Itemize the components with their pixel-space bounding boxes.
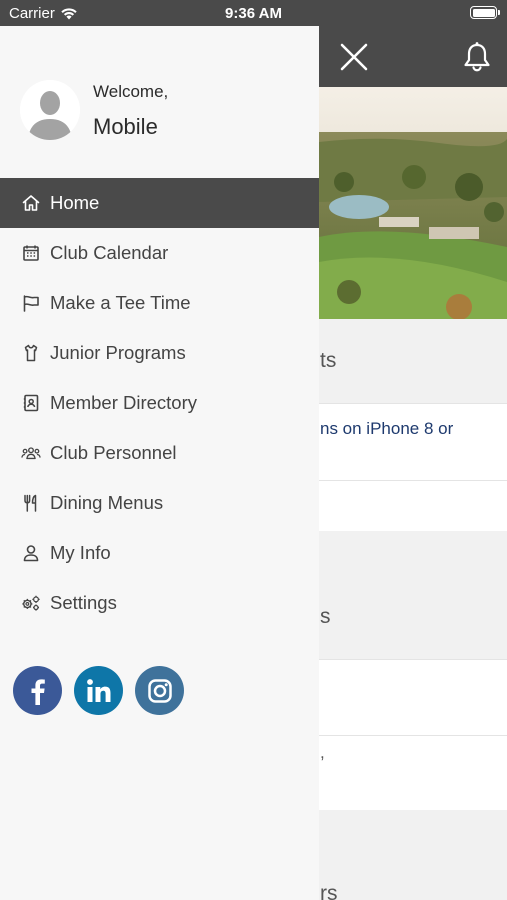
instagram-icon (147, 678, 172, 703)
section-title: s (320, 605, 331, 628)
menu-item-label: Make a Tee Time (50, 292, 191, 313)
status-bar: Carrier 9:36 AM (0, 0, 507, 26)
feed-link[interactable]: ns on iPhone 8 or (320, 419, 453, 439)
menu-item-tee-time[interactable]: Make a Tee Time (0, 278, 319, 328)
menu-item-club-personnel[interactable]: Club Personnel (0, 428, 319, 478)
feed-row[interactable] (319, 659, 507, 735)
close-button[interactable] (337, 40, 371, 74)
user-avatar-icon (20, 80, 80, 140)
section-title: rs (320, 882, 338, 900)
navigation-drawer: Welcome, Mobile Home Club Calendar Make … (0, 26, 319, 900)
hero-image (319, 87, 507, 319)
utensils-icon (21, 493, 41, 513)
menu-item-label: Home (50, 192, 100, 213)
menu-item-label: My Info (50, 542, 111, 563)
bell-icon (464, 42, 490, 72)
people-icon (21, 443, 41, 463)
feed-row[interactable] (319, 735, 507, 810)
feed-row[interactable] (319, 480, 507, 532)
calendar-icon (21, 243, 41, 263)
profile-header: Welcome, Mobile (0, 26, 319, 178)
menu-item-label: Dining Menus (50, 492, 164, 513)
menu-item-club-calendar[interactable]: Club Calendar (0, 228, 319, 278)
menu-item-home[interactable]: Home (0, 178, 319, 228)
user-icon (21, 543, 41, 563)
section-band (319, 319, 507, 403)
welcome-label: Welcome, (93, 82, 169, 101)
instagram-button[interactable] (135, 666, 184, 715)
section-band (319, 531, 507, 659)
menu-item-my-info[interactable]: My Info (0, 528, 319, 578)
flag-icon (21, 293, 41, 313)
shirt-icon (21, 343, 41, 363)
section-title: ts (320, 349, 337, 372)
facebook-button[interactable] (13, 666, 62, 715)
gears-icon (21, 593, 41, 613)
section-band (319, 810, 507, 900)
close-icon (340, 43, 368, 71)
avatar (20, 80, 80, 140)
status-time: 9:36 AM (225, 5, 282, 22)
menu-item-member-directory[interactable]: Member Directory (0, 378, 319, 428)
home-icon (21, 193, 41, 213)
menu-item-label: Junior Programs (50, 342, 186, 363)
menu-item-label: Settings (50, 592, 117, 613)
section-mark: , (320, 743, 325, 762)
contact-book-icon (21, 393, 41, 413)
facebook-icon (31, 678, 45, 705)
linkedin-button[interactable] (74, 666, 123, 715)
battery-icon (470, 6, 500, 19)
linkedin-icon (86, 678, 110, 702)
menu-item-dining-menus[interactable]: Dining Menus (0, 478, 319, 528)
menu-item-label: Club Personnel (50, 442, 177, 463)
social-links (13, 666, 184, 715)
menu-item-label: Club Calendar (50, 242, 169, 263)
feed-row[interactable] (319, 403, 507, 480)
notifications-button[interactable] (461, 40, 493, 74)
username: Mobile (93, 114, 158, 139)
menu-item-junior-programs[interactable]: Junior Programs (0, 328, 319, 378)
menu-item-settings[interactable]: Settings (0, 578, 319, 628)
menu-item-label: Member Directory (50, 392, 197, 413)
drawer-menu: Home Club Calendar Make a Tee Time Junio… (0, 178, 319, 628)
